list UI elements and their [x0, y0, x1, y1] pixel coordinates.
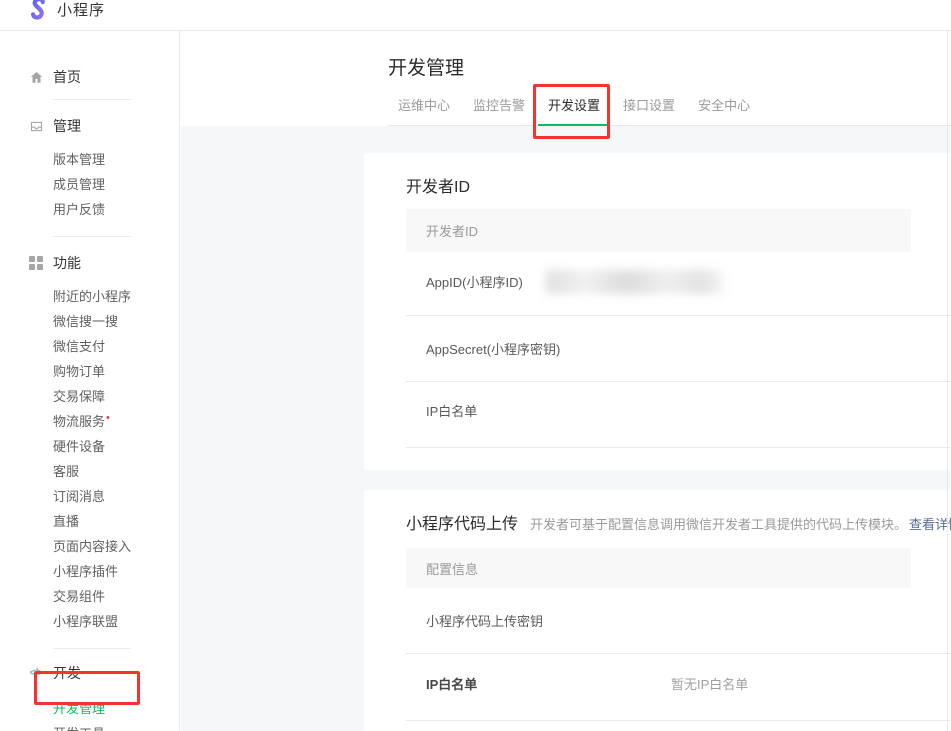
sidebar: 首页 管理 版本管理 成员管理 用户反馈 功能 附近的小程序 微信搜一搜	[0, 31, 180, 731]
sidebar-group-manage[interactable]: 管理	[0, 116, 179, 136]
ip-whitelist-label-2: IP白名单	[426, 675, 477, 695]
sidebar-item-trade-component[interactable]: 交易组件	[0, 584, 179, 609]
appid-label: AppID(小程序ID)	[426, 273, 523, 293]
code-upload-title: 小程序代码上传	[406, 510, 518, 534]
developer-id-card: 开发者ID 开发者ID AppID(小程序ID) AppSecret(小程序密钥…	[364, 153, 951, 470]
sidebar-divider	[53, 648, 131, 649]
grid-icon	[28, 255, 44, 271]
logo[interactable]: 小程序	[27, 0, 105, 21]
row-divider	[406, 315, 951, 316]
config-info-table-header: 配置信息	[406, 548, 911, 588]
top-bar: 小程序	[0, 0, 951, 31]
main-content: 开发管理 运维中心 监控告警 开发设置 接口设置 安全中心 开发者ID 开发者I…	[181, 31, 951, 731]
view-details-link[interactable]: 查看详情	[909, 514, 951, 533]
ip-whitelist-value: 暂无IP白名单	[671, 675, 748, 695]
sidebar-item-logistics[interactable]: 物流服务	[0, 409, 179, 434]
sidebar-item-feedback[interactable]: 用户反馈	[0, 197, 179, 222]
row-divider	[406, 381, 951, 382]
sidebar-item-plugins[interactable]: 小程序插件	[0, 559, 179, 584]
inbox-icon	[28, 118, 44, 134]
developer-id-title: 开发者ID	[406, 173, 470, 197]
sidebar-item-service[interactable]: 客服	[0, 459, 179, 484]
row-divider	[406, 653, 951, 654]
sidebar-item-union[interactable]: 小程序联盟	[0, 609, 179, 634]
sidebar-item-subscribe[interactable]: 订阅消息	[0, 484, 179, 509]
page-title: 开发管理	[388, 53, 464, 80]
sidebar-item-guarantee[interactable]: 交易保障	[0, 384, 179, 409]
tab-api-settings[interactable]: 接口设置	[613, 89, 685, 126]
tabs-bar: 运维中心 监控告警 开发设置 接口设置 安全中心	[388, 89, 951, 126]
code-upload-description: 开发者可基于配置信息调用微信开发者工具提供的代码上传模块。	[530, 514, 907, 533]
sidebar-item-dev-manage[interactable]: 开发管理	[0, 696, 179, 721]
row-divider	[406, 720, 951, 721]
appid-value-masked	[546, 270, 724, 294]
sidebar-item-orders[interactable]: 购物订单	[0, 359, 179, 384]
sidebar-item-pay[interactable]: 微信支付	[0, 334, 179, 359]
miniprogram-console: 小程序 首页 管理 版本管理 成员管理 用户反馈	[0, 0, 951, 731]
sidebar-item-pagecontent[interactable]: 页面内容接入	[0, 534, 179, 559]
sidebar-group-features[interactable]: 功能	[0, 253, 179, 273]
row-divider	[406, 447, 951, 448]
developer-id-table-header: 开发者ID	[406, 209, 911, 252]
content-header: 开发管理 运维中心 监控告警 开发设置 接口设置 安全中心	[181, 31, 951, 126]
sidebar-divider	[53, 236, 131, 237]
sidebar-label-develop: 开发	[53, 663, 81, 683]
tab-dev-settings[interactable]: 开发设置	[538, 89, 610, 126]
appsecret-label: AppSecret(小程序密钥)	[426, 340, 560, 360]
sidebar-item-hardware[interactable]: 硬件设备	[0, 434, 179, 459]
tab-security-center[interactable]: 安全中心	[688, 89, 760, 126]
ip-whitelist-label: IP白名单	[426, 402, 477, 422]
sidebar-item-search[interactable]: 微信搜一搜	[0, 309, 179, 334]
miniprogram-logo-icon	[27, 0, 49, 21]
home-icon	[28, 69, 44, 85]
sidebar-label-home: 首页	[53, 67, 81, 87]
code-icon: </>	[28, 665, 44, 681]
sidebar-group-develop[interactable]: </> 开发	[0, 663, 179, 683]
scrollbar-track[interactable]	[947, 31, 948, 731]
sidebar-item-version[interactable]: 版本管理	[0, 147, 179, 172]
sidebar-label-manage: 管理	[53, 116, 81, 136]
tab-monitor-alert[interactable]: 监控告警	[463, 89, 535, 126]
upload-key-label: 小程序代码上传密钥	[426, 612, 543, 632]
code-upload-card: 小程序代码上传 开发者可基于配置信息调用微信开发者工具提供的代码上传模块。 查看…	[364, 490, 951, 731]
sidebar-item-nearby[interactable]: 附近的小程序	[0, 284, 179, 309]
sidebar-item-home[interactable]: 首页	[0, 67, 179, 87]
sidebar-item-members[interactable]: 成员管理	[0, 172, 179, 197]
sidebar-item-dev-tools[interactable]: 开发工具	[0, 721, 179, 731]
sidebar-item-live[interactable]: 直播	[0, 509, 179, 534]
sidebar-divider	[53, 99, 131, 100]
logo-text: 小程序	[57, 0, 105, 20]
sidebar-label-features: 功能	[53, 253, 81, 273]
tab-operations-center[interactable]: 运维中心	[388, 89, 460, 126]
